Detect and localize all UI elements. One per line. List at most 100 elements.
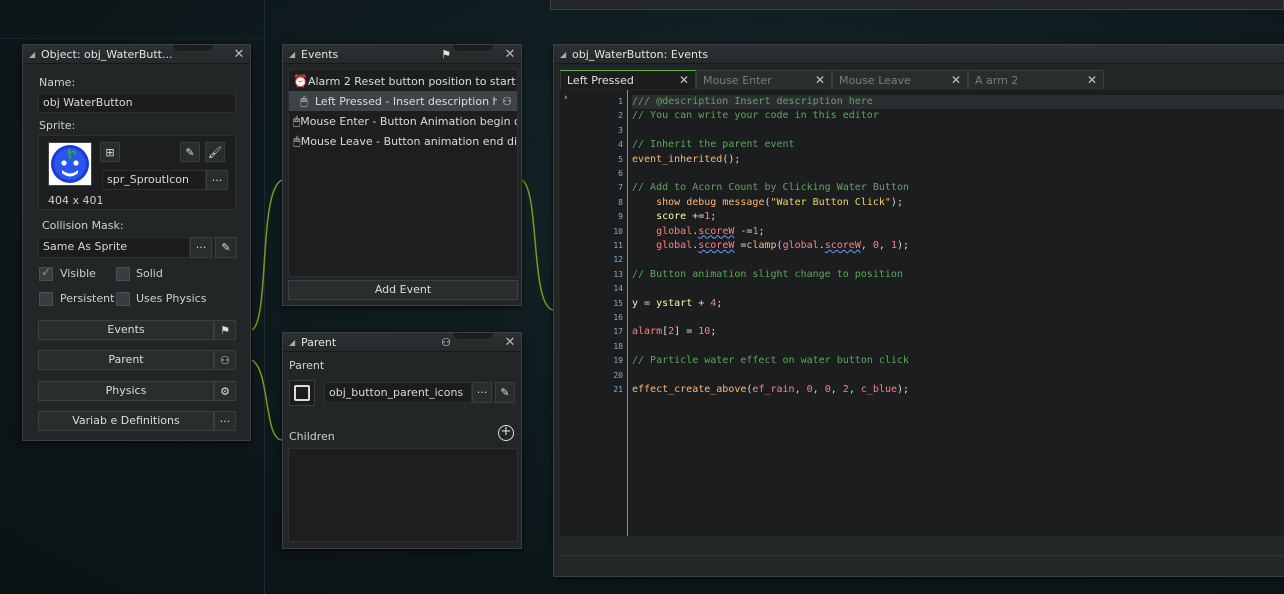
parent-panel: ◢ Parent ⚇ ✕ Parent obj_button_parent_ic… [282,332,522,549]
event-label: Mouse Leave - Button animation end di [300,134,517,148]
code-token: global [782,240,819,251]
close-icon[interactable]: ✕ [232,45,246,64]
code-panel-title: obj_WaterButton: Events [572,47,709,61]
collision-mask-edit-button[interactable]: ✎ [215,237,237,258]
brush-icon: 🖌 [208,145,222,159]
line-number-gutter: › 1 2 3 4 5 6 7 8 9 10 11 12 13 14 15 16 17 18 19 20 21 [560,90,628,536]
code-line-5: event_inherited(); [632,153,740,167]
parent-edit-button[interactable]: ✎ [495,382,515,403]
event-row-alarm-2[interactable]: ⏰ Alarm 2 Reset button position to start… [289,71,517,91]
code-token: 2 [842,384,849,395]
collapse-triangle-icon[interactable]: ◢ [29,50,41,59]
collision-mask-field[interactable]: Same As Sprite [38,237,190,258]
code-line-17: alarm[2] = 10; [632,326,717,338]
event-row-mouse-enter[interactable]: 🖱 Mouse Enter - Button Animation begin c [289,111,517,131]
code-editor[interactable]: › 1 2 3 4 5 6 7 8 9 10 11 12 13 14 15 16 17 18 19 20 21 /// … [560,90,1284,536]
code-line-13: // Button animation slight change to pos… [632,268,903,280]
event-tabs: Left Pressed ✕ Mouse Enter ✕ Mouse Leave… [560,70,1104,90]
code-line-8: show debug message("Water Button Click")… [656,196,903,208]
visible-checkbox[interactable] [39,265,53,281]
line-number: 19 [613,356,623,366]
event-row-mouse-leave[interactable]: 🖱 Mouse Leave - Button animation end di [289,131,517,151]
tab-label: Mouse Leave [839,73,911,87]
object-panel-header[interactable]: ◢ Object: obj_WaterButt... ✕ [23,45,250,64]
sprite-label: Sprite: [39,119,76,132]
collision-mask-browse-button[interactable]: ··· [190,237,212,258]
object-icon [294,385,310,401]
collapse-triangle-icon[interactable]: ◢ [560,50,572,59]
code-token: scoreW [824,240,861,251]
code-line-15: y = ystart + 4; [632,297,723,309]
events-flag-button[interactable]: ⚑ [214,320,236,340]
parent-hierarchy-button[interactable]: ⚇ [214,350,236,370]
events-panel-header[interactable]: ◢ Events ⚑ ✕ [283,45,521,64]
edit-icon: ✎ [221,241,231,254]
code-token: scoreW [698,225,735,237]
event-inherit-icon[interactable]: ⚇ [497,95,517,108]
tab-mouse-enter[interactable]: Mouse Enter ✕ [696,70,832,89]
event-label: Left Pressed - Insert description her [315,94,497,108]
variable-definitions-more-button[interactable]: ··· [214,411,236,431]
sprite-browse-button[interactable]: ··· [206,170,228,190]
edit-sprite-button[interactable]: ✎ [180,142,200,162]
mouse-icon: 🖱 [293,113,301,128]
new-sprite-button[interactable]: ⊞ [100,142,120,162]
code-token: global [656,225,693,237]
line-number: 20 [613,370,623,380]
close-tab-icon[interactable]: ✕ [815,73,825,87]
events-button[interactable]: Events [38,320,214,340]
collapse-triangle-icon[interactable]: ◢ [289,50,301,59]
line-number: 17 [613,327,623,337]
code-token: ystart [656,297,693,309]
parent-object-field[interactable]: obj_button_parent_icons [324,382,472,403]
parent-button[interactable]: Parent [38,350,214,370]
children-list [288,448,518,542]
solid-checkbox[interactable] [116,267,130,281]
code-token: 0 [806,384,813,395]
tab-mouse-leave[interactable]: Mouse Leave ✕ [832,70,968,89]
horizontal-scrollbar[interactable] [560,555,1284,567]
tab-alarm-2[interactable]: A arm 2 ✕ [968,70,1104,89]
close-tab-icon[interactable]: ✕ [951,73,961,87]
gear-icon: ⚙ [220,384,230,398]
code-token: += [686,211,705,223]
code-panel-header[interactable]: ◢ obj_WaterButton: Events [554,45,1284,64]
close-tab-icon[interactable]: ✕ [1087,73,1097,87]
close-icon[interactable]: ✕ [503,333,517,352]
tab-label: Mouse Enter [703,73,772,87]
parent-object-thumbnail[interactable] [289,380,315,406]
sprite-thumbnail[interactable] [48,142,92,186]
line-number: 2 [618,111,623,121]
variable-definitions-button[interactable]: Variab e Definitions [38,411,214,431]
hierarchy-icon: ⚇ [220,353,230,367]
line-number: 14 [613,284,623,294]
code-token: 10 [698,326,711,338]
event-row-left-pressed[interactable]: 🖱 Left Pressed - Insert description her … [289,91,517,111]
sprite-name-field[interactable]: spr_SproutIcon [102,170,206,190]
add-child-button[interactable]: + [498,425,514,441]
parent-browse-button[interactable]: ··· [472,382,492,403]
close-tab-icon[interactable]: ✕ [679,73,689,87]
code-token: global [656,240,693,251]
line-number: 15 [613,298,623,308]
panel-notch [453,333,493,339]
code-line-4: // Inherit the parent event [632,139,795,151]
close-icon[interactable]: ✕ [503,45,517,64]
physics-settings-button[interactable]: ⚙ [214,381,236,401]
uses-physics-checkbox[interactable] [116,292,130,306]
paint-sprite-button[interactable]: 🖌 [205,142,225,162]
events-panel-title: Events [301,47,339,61]
tab-label: Left Pressed [567,73,634,87]
tab-left-pressed[interactable]: Left Pressed ✕ [560,70,696,89]
line-number: 3 [618,125,623,135]
collapse-triangle-icon[interactable]: ◢ [289,338,301,347]
add-event-button[interactable]: Add Event [288,280,518,300]
physics-button[interactable]: Physics [38,381,214,401]
uses-physics-label: Uses Physics [136,292,207,305]
parent-panel-header[interactable]: ◢ Parent ⚇ ✕ [283,333,521,352]
code-token: 1 [704,211,711,223]
panel-notch [453,45,493,51]
persistent-checkbox[interactable] [39,292,53,306]
object-name-input[interactable]: obj WaterButton [38,93,236,113]
sprite-box: ⊞ ✎ 🖌 spr_SproutIcon ··· 404 x 401 [38,135,236,210]
